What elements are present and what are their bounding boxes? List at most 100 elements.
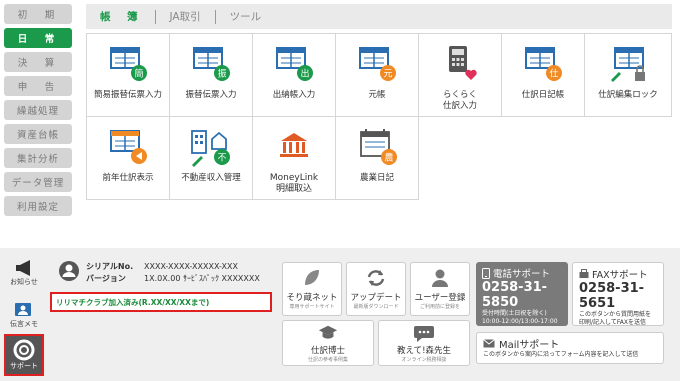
fax-support-button[interactable]: FAXサポート 0258-31-5651 このボタンから質問用紙を 印刷/記入し… [572,262,664,326]
ledger-icon: 元 [359,47,396,81]
function-journal-book[interactable]: 仕 仕訳日記帳 [501,33,585,117]
phone-number: 0258-31-5850 [482,280,548,310]
serial-no-value: XXXX-XXXX-XXXXX-XXX [144,262,238,271]
left-nav: 初 期 日 常 決 算 申 告 繰越処理 資産台帳 集計分析 データ管理 利用設… [4,4,72,220]
function-label: 振替伝票入力 [185,90,237,100]
function-label: 出納帳入力 [272,90,316,100]
chat-bubble-icon [414,326,434,342]
function-journal-lock[interactable]: 仕訳編集ロック [584,33,672,117]
fax-desc: このボタンから質問用紙を [579,311,652,318]
journal-doctor-button[interactable]: 仕訳博士 仕訳の参考事例集 [282,320,374,366]
svg-text:不: 不 [217,153,226,164]
function-simple-transfer-slip[interactable]: 簡 簡易振替伝票入力 [86,33,170,117]
function-label: 不動産収入管理 [181,173,241,183]
function-label: 農業日記 [359,173,394,183]
nav-item-carryover[interactable]: 繰越処理 [4,100,72,120]
mail-support-button[interactable]: Mailサポート このボタンから案内に沿ってフォーム内容を記入して送信 [476,332,664,364]
notice-label: お知らせ [10,278,38,286]
sorizo-net-button[interactable]: そり蔵ネット 専用サポートサイト [282,262,342,316]
phone-support-title: 電話サポート [493,269,551,280]
refresh-icon [367,270,385,286]
user-icon [59,261,79,281]
building-icon: 不 [191,130,230,167]
tab-ja[interactable]: JA取引 [156,9,216,24]
function-farm-diary[interactable]: 農 農業日記 [335,116,419,200]
nav-item-daily[interactable]: 日 常 [4,28,72,48]
envelope-icon [483,339,495,348]
support-button[interactable]: サポート [4,334,44,376]
fax-icon [579,269,589,278]
user-registration-button[interactable]: ユーザー登録 ご利用前に登録を [410,262,470,316]
ledger-back-icon [110,130,147,164]
svg-text:仕: 仕 [549,68,558,80]
support-label: サポート [10,362,38,370]
svg-text:農: 農 [384,152,393,164]
ledger-lock-icon [611,47,645,82]
function-label: 元帳 [368,90,386,100]
phone-support-panel: 電話サポート 0258-31-5850 受付時間(土日祝を除く) 10:00-1… [476,262,568,326]
mail-support-title: Mailサポート [499,340,560,351]
memo-icon [15,303,31,316]
fax-desc-2: 印刷/記入してFAXを送信 [579,319,646,326]
nav-item-data-management[interactable]: データ管理 [4,172,72,192]
sorizo-net-sub: 専用サポートサイト [289,304,335,310]
fax-number: 0258-31-5651 [579,281,645,311]
phone-hours-time: 10:00-12:00/13:00-17:00 [482,318,558,325]
ask-mori-title: 教えて!森先生 [397,346,451,356]
notice-button[interactable]: お知らせ [4,254,44,292]
svg-text:元: 元 [383,70,392,80]
version-label: バージョン [86,274,126,283]
nav-item-asset-ledger[interactable]: 資産台帳 [4,124,72,144]
tab-bar: 帳 簿 JA取引 ツール [86,4,672,29]
function-cashbook[interactable]: 出 出納帳入力 [252,33,336,117]
version-value: 1X.0X.00 ｻｰﾋﾞｽﾊﾟｯｸ XXXXXXX [144,274,260,283]
function-label: 仕訳編集ロック [598,90,658,100]
phone-icon [482,267,490,279]
function-label: MoneyLink 明細取込 [269,173,319,194]
function-prior-year-journal[interactable]: 前年仕訳表示 [86,116,170,200]
user-registration-title: ユーザー登録 [414,293,466,303]
nav-item-initial[interactable]: 初 期 [4,4,72,24]
membership-status: リリマチクラブ加入済み(R.XX/XX/XXまで) [50,292,272,312]
function-label: 簡易振替伝票入力 [93,90,162,100]
update-title: アップデート [350,293,402,303]
nav-item-settings[interactable]: 利用設定 [4,196,72,216]
tab-books[interactable]: 帳 簿 [86,9,156,24]
calculator-heart-icon [449,46,477,80]
fax-support-title: FAXサポート [592,270,648,281]
leaf-icon [305,270,319,285]
function-easy-journal[interactable]: らくらく 仕訳入力 [418,33,502,117]
person-icon [432,269,448,287]
mail-desc: このボタンから案内に沿ってフォーム内容を記入して送信 [483,351,639,358]
function-transfer-slip[interactable]: 振 振替伝票入力 [169,33,253,117]
sorizo-net-title: そり蔵ネット [286,293,338,303]
journal-doctor-sub: 仕訳の参考事例集 [307,357,348,363]
ask-mori-button[interactable]: 教えて!森先生 オンライン税務相談 [378,320,470,366]
function-moneylink-import[interactable]: MoneyLink 明細取込 [252,116,336,200]
memo-button[interactable]: 伝言メモ [4,296,44,334]
update-sub: 最新版ダウンロード [353,304,399,310]
svg-text:簡: 簡 [134,68,143,80]
ledger-icon: 振 [193,47,230,81]
lifebuoy-icon [13,339,35,361]
function-general-ledger[interactable]: 元 元帳 [335,33,419,117]
ledger-icon: 仕 [525,47,562,81]
journal-doctor-title: 仕訳博士 [310,346,345,356]
nav-item-filing[interactable]: 申 告 [4,76,72,96]
ledger-icon: 出 [276,47,313,81]
bank-icon [280,133,308,157]
graduation-cap-icon [318,325,338,339]
function-label: 前年仕訳表示 [102,173,154,183]
nav-item-closing[interactable]: 決 算 [4,52,72,72]
user-registration-sub: ご利用前に登録を [419,304,460,310]
svg-text:出: 出 [300,68,309,80]
update-button[interactable]: アップデート 最新版ダウンロード [346,262,406,316]
function-real-estate-income[interactable]: 不 不動産収入管理 [169,116,253,200]
function-grid: 簡 簡易振替伝票入力 振 振替伝票入力 出 出納帳入力 元 元帳 らくらく 仕訳… [86,33,672,201]
function-label: らくらく 仕訳入力 [442,90,477,111]
nav-item-analysis[interactable]: 集計分析 [4,148,72,168]
function-label: 仕訳日記帳 [521,90,565,100]
tab-tools[interactable]: ツール [216,10,276,24]
ask-mori-sub: オンライン税務相談 [401,357,447,363]
serial-no-label: シリアルNo. [86,262,134,271]
